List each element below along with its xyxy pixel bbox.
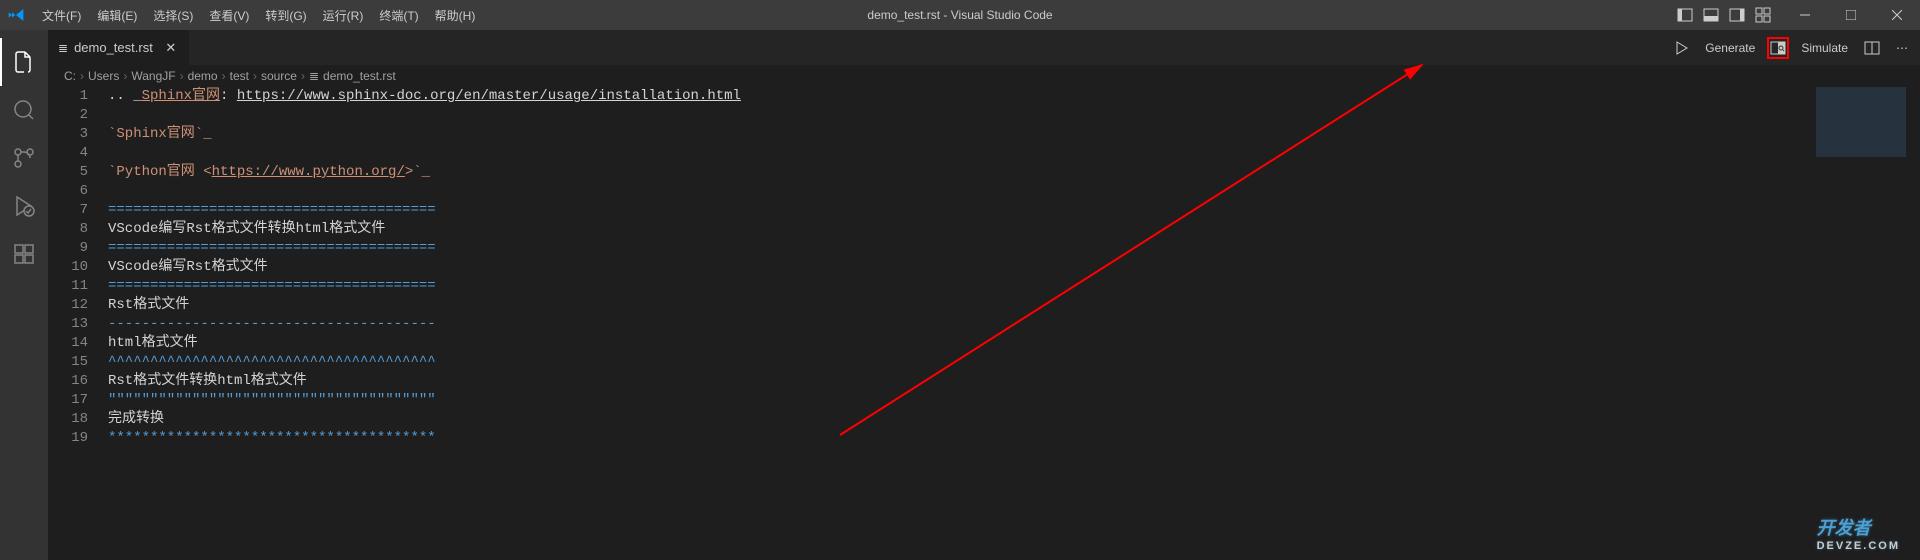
- menu-view[interactable]: 查看(V): [201, 0, 257, 30]
- more-actions-icon[interactable]: ⋯: [1892, 39, 1912, 57]
- editor-area: ≣ demo_test.rst ✕ Generate Simulate ⋯: [48, 30, 1920, 560]
- preview-button[interactable]: [1767, 37, 1789, 59]
- activity-run-debug[interactable]: [0, 182, 48, 230]
- chevron-right-icon: ›: [80, 69, 84, 83]
- breadcrumb-item[interactable]: demo_test.rst: [323, 69, 396, 83]
- tabs-bar: ≣ demo_test.rst ✕ Generate Simulate ⋯: [48, 30, 1920, 65]
- activity-explorer[interactable]: [0, 38, 48, 86]
- breadcrumb-item[interactable]: test: [230, 69, 249, 83]
- maximize-button[interactable]: [1828, 0, 1874, 30]
- minimize-button[interactable]: [1782, 0, 1828, 30]
- chevron-right-icon: ›: [180, 69, 184, 83]
- activity-source-control[interactable]: [0, 134, 48, 182]
- file-icon: ≣: [309, 69, 319, 83]
- window-title: demo_test.rst - Visual Studio Code: [867, 8, 1052, 22]
- tab-label: demo_test.rst: [74, 40, 153, 55]
- close-icon[interactable]: ✕: [163, 40, 179, 56]
- menu-bar: 文件(F) 编辑(E) 选择(S) 查看(V) 转到(G) 运行(R) 终端(T…: [34, 0, 483, 30]
- tab-demo-test[interactable]: ≣ demo_test.rst ✕: [48, 30, 190, 65]
- layout-sidebar-right-icon[interactable]: [1726, 4, 1748, 26]
- line-numbers: 12345678910111213141516171819: [48, 87, 108, 560]
- run-button[interactable]: [1669, 38, 1693, 58]
- breadcrumb-item[interactable]: C:: [64, 69, 76, 83]
- watermark: 开发者 DEVZE.COM: [1817, 514, 1900, 552]
- layout-customize-icon[interactable]: [1752, 4, 1774, 26]
- activity-search[interactable]: [0, 86, 48, 134]
- close-button[interactable]: [1874, 0, 1920, 30]
- split-editor-icon[interactable]: [1860, 38, 1884, 58]
- activity-bar: [0, 30, 48, 560]
- chevron-right-icon: ›: [253, 69, 257, 83]
- minimap[interactable]: [1816, 87, 1906, 227]
- file-icon: ≣: [58, 41, 68, 55]
- breadcrumb-item[interactable]: WangJF: [131, 69, 175, 83]
- chevron-right-icon: ›: [301, 69, 305, 83]
- generate-button[interactable]: Generate: [1701, 39, 1759, 57]
- menu-select[interactable]: 选择(S): [145, 0, 201, 30]
- chevron-right-icon: ›: [222, 69, 226, 83]
- menu-goto[interactable]: 转到(G): [257, 0, 314, 30]
- chevron-right-icon: ›: [123, 69, 127, 83]
- window-controls: [1674, 0, 1920, 30]
- activity-extensions[interactable]: [0, 230, 48, 278]
- breadcrumb-item[interactable]: demo: [188, 69, 218, 83]
- code-editor[interactable]: 12345678910111213141516171819 .. _Sphinx…: [48, 87, 1920, 560]
- breadcrumb-item[interactable]: source: [261, 69, 297, 83]
- menu-file[interactable]: 文件(F): [34, 0, 89, 30]
- layout-sidebar-left-icon[interactable]: [1674, 4, 1696, 26]
- simulate-button[interactable]: Simulate: [1797, 39, 1852, 57]
- menu-terminal[interactable]: 终端(T): [371, 0, 426, 30]
- layout-panel-icon[interactable]: [1700, 4, 1722, 26]
- titlebar: 文件(F) 编辑(E) 选择(S) 查看(V) 转到(G) 运行(R) 终端(T…: [0, 0, 1920, 30]
- breadcrumbs[interactable]: C: › Users › WangJF › demo › test › sour…: [48, 65, 1920, 87]
- breadcrumb-item[interactable]: Users: [88, 69, 119, 83]
- menu-help[interactable]: 帮助(H): [427, 0, 484, 30]
- menu-edit[interactable]: 编辑(E): [89, 0, 145, 30]
- menu-run[interactable]: 运行(R): [315, 0, 372, 30]
- code-content[interactable]: .. _Sphinx官网: https://www.sphinx-doc.org…: [108, 87, 1920, 560]
- vscode-logo-icon: [8, 7, 24, 23]
